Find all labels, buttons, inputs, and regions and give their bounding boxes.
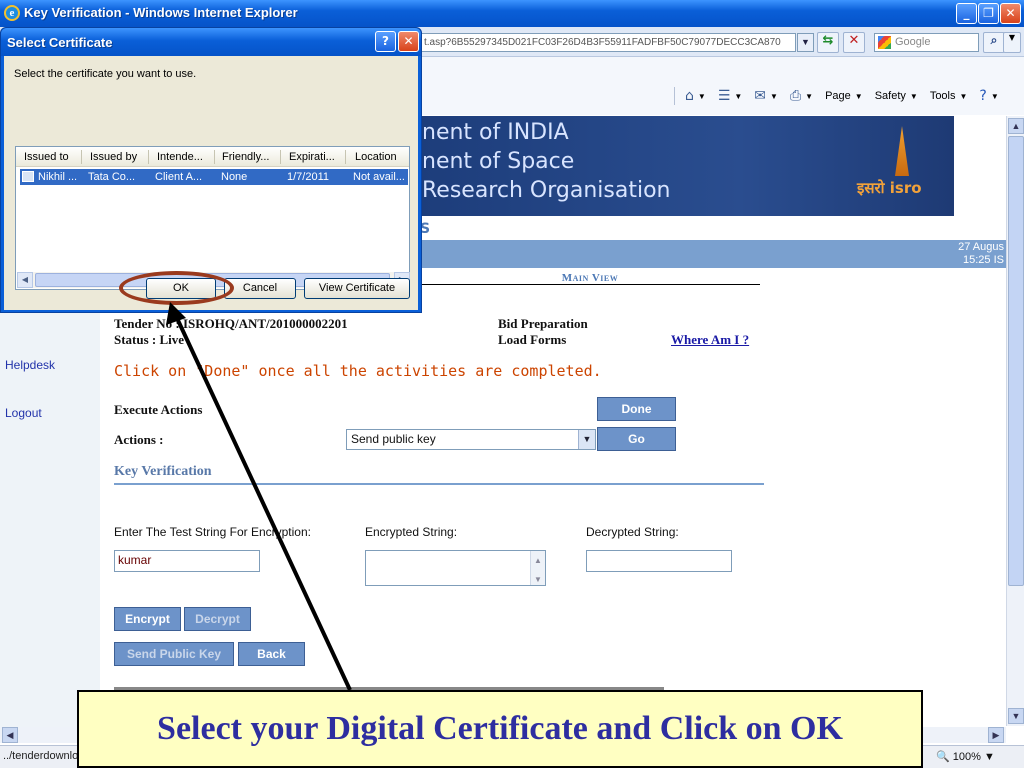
callout-text: Select your Digital Certificate and Clic… (157, 710, 843, 747)
instruction-callout: Select your Digital Certificate and Clic… (77, 690, 923, 768)
pointer-arrow (166, 302, 352, 691)
arrow-shaft (174, 315, 352, 691)
arrow-head (166, 302, 186, 325)
